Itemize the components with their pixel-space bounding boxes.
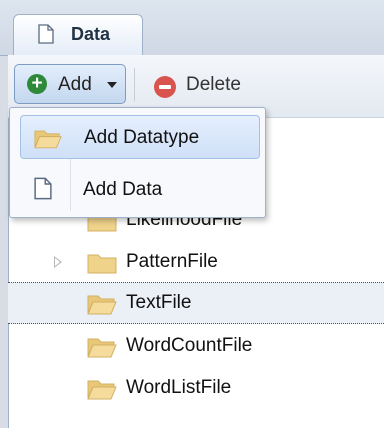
tab-data[interactable]: Data <box>13 14 143 55</box>
document-icon <box>34 177 52 205</box>
menu-item-label: Add Data <box>83 179 163 200</box>
tree-item-selected[interactable]: TextFile <box>8 282 384 324</box>
delete-icon[interactable] <box>154 76 176 98</box>
menu-item-add-datatype[interactable]: Add Datatype <box>20 115 260 159</box>
add-button-label: Add <box>58 74 92 95</box>
toolbar-separator <box>134 68 135 101</box>
document-icon <box>38 24 54 49</box>
folder-open-icon <box>87 293 117 320</box>
tree-item-label: TextFile <box>126 292 192 313</box>
folder-icon <box>87 252 117 279</box>
tab-label: Data <box>71 24 111 44</box>
tree-item[interactable]: WordCountFile <box>8 326 384 366</box>
tree-item-label: WordListFile <box>126 377 232 398</box>
expand-triangle-icon[interactable] <box>54 256 62 268</box>
tree-item-label: WordCountFile <box>126 335 253 356</box>
tree-item-label: PatternFile <box>126 251 218 272</box>
tree-item[interactable]: PatternFile <box>8 242 384 282</box>
plus-icon: + <box>27 74 47 94</box>
folder-open-icon <box>87 336 117 363</box>
folder-open-icon <box>87 378 117 405</box>
folder-open-icon <box>34 128 62 154</box>
tab-bar: Data <box>0 0 384 56</box>
menu-item-label: Add Datatype <box>84 127 200 148</box>
caret-down-icon <box>107 82 117 88</box>
delete-button[interactable]: Delete <box>186 74 241 96</box>
menu-item-add-data[interactable]: Add Data <box>20 168 260 212</box>
add-button[interactable]: + Add <box>14 64 126 104</box>
tree-item[interactable]: WordListFile <box>8 368 384 408</box>
add-dropdown-menu: Add Datatype Add Data <box>9 107 266 218</box>
